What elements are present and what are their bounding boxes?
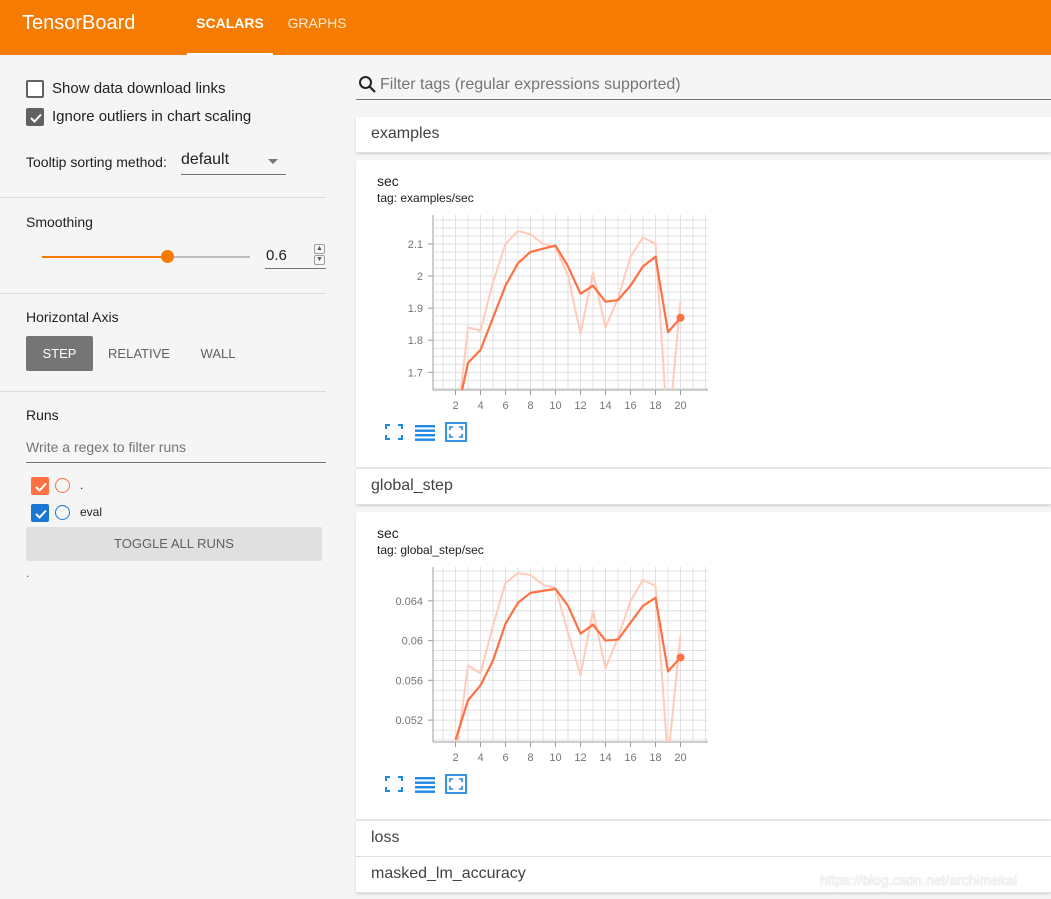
x-tick-label: 4 xyxy=(477,400,483,412)
x-tick-label: 2 xyxy=(452,752,458,764)
chart-title: sec xyxy=(377,525,399,541)
x-tick-label: 6 xyxy=(502,752,508,764)
run-checkbox-eval[interactable] xyxy=(31,504,49,522)
smoothing-slider-fill xyxy=(42,256,167,258)
scalar-chart-card: sec tag: examples/sec 2 4 6 8 10 12 14 16 18 20 1.… xyxy=(356,160,1051,467)
axis-step-button[interactable]: STEP xyxy=(26,336,93,371)
chart-title: sec xyxy=(377,173,399,189)
x-tick-label: 10 xyxy=(549,400,561,412)
y-tick-label: 0.06 xyxy=(402,636,423,648)
watermark-text: https://blog.csdn.net/archimekai xyxy=(820,872,1017,888)
sidebar-divider xyxy=(0,293,326,294)
y-tick-label: 0.064 xyxy=(395,596,423,608)
dropdown-arrow-icon xyxy=(268,159,278,164)
x-tick-label: 10 xyxy=(549,752,561,764)
x-tick-label: 12 xyxy=(574,752,586,764)
x-tick-label: 14 xyxy=(599,400,611,412)
top-app-bar: TensorBoard SCALARS GRAPHS xyxy=(0,0,1051,55)
x-tick-label: 16 xyxy=(624,400,636,412)
chart-tag: tag: global_step/sec xyxy=(377,543,484,557)
line-chart[interactable]: 2 4 6 8 10 12 14 16 18 20 1.7 1.8 1.9 2 2.1 xyxy=(356,210,756,420)
fit-domain-icon[interactable] xyxy=(445,774,467,794)
smoothing-value-input[interactable]: 0.6 ▲ ▼ xyxy=(265,244,326,269)
search-icon xyxy=(359,76,376,93)
category-title: masked_lm_accuracy xyxy=(371,865,526,882)
run-name-dot: . xyxy=(80,478,84,492)
smoothing-value: 0.6 xyxy=(266,247,287,264)
x-tick-label: 12 xyxy=(574,400,586,412)
tab-scalars[interactable]: SCALARS xyxy=(187,0,273,55)
y-tick-label: 1.7 xyxy=(408,367,423,379)
x-tick-label: 20 xyxy=(674,400,686,412)
data-list-icon[interactable] xyxy=(414,774,436,794)
show-download-links-label[interactable]: Show data download links xyxy=(52,80,225,97)
category-header-global-step[interactable]: global_step xyxy=(356,469,1051,505)
category-header-loss[interactable]: loss xyxy=(356,821,1051,857)
line-chart[interactable]: 2 4 6 8 10 12 14 16 18 20 0.052 0.056 0.06 0.064 xyxy=(356,562,756,772)
chart-tag: tag: examples/sec xyxy=(377,191,474,205)
axis-relative-button[interactable]: RELATIVE xyxy=(101,336,177,371)
x-tick-label: 8 xyxy=(527,400,533,412)
tooltip-sorting-select[interactable]: default xyxy=(181,149,286,175)
spin-up-icon[interactable]: ▲ xyxy=(314,244,325,254)
x-tick-label: 18 xyxy=(649,400,661,412)
smoothing-slider-knob[interactable] xyxy=(160,250,174,263)
last-point-marker xyxy=(676,653,685,662)
x-tick-label: 8 xyxy=(527,752,533,764)
y-tick-label: 1.8 xyxy=(408,335,423,347)
checkmark-icon xyxy=(35,482,47,492)
fullscreen-icon[interactable] xyxy=(383,422,405,442)
run-color-swatch[interactable] xyxy=(55,505,70,520)
runs-footer-text: . xyxy=(26,566,30,580)
y-tick-label: 1.9 xyxy=(408,303,423,315)
ignore-outliers-label[interactable]: Ignore outliers in chart scaling xyxy=(52,108,251,125)
axis-wall-button[interactable]: WALL xyxy=(186,336,250,371)
ignore-outliers-checkbox[interactable] xyxy=(26,108,44,126)
show-download-links-checkbox[interactable] xyxy=(26,80,44,98)
last-point-marker xyxy=(676,313,685,322)
horizontal-axis-label: Horizontal Axis xyxy=(26,309,119,325)
x-tick-label: 4 xyxy=(477,752,483,764)
checkmark-icon xyxy=(30,113,42,123)
category-title: global_step xyxy=(371,477,453,494)
x-tick-label: 18 xyxy=(649,752,661,764)
x-tick-label: 20 xyxy=(674,752,686,764)
tag-filter-input[interactable]: Filter tags (regular expressions support… xyxy=(356,70,1051,100)
checkmark-icon xyxy=(35,509,47,519)
run-name-eval: eval xyxy=(80,505,103,519)
runs-filter-input[interactable]: Write a regex to filter runs xyxy=(26,436,326,463)
category-title: loss xyxy=(371,829,400,846)
toggle-all-runs-button[interactable]: TOGGLE ALL RUNS xyxy=(26,527,322,561)
x-tick-label: 2 xyxy=(452,400,458,412)
app-brand: TensorBoard xyxy=(22,12,136,34)
smoothing-slider[interactable] xyxy=(42,250,250,263)
sidebar-divider xyxy=(0,197,326,198)
runs-label: Runs xyxy=(26,407,59,423)
y-tick-label: 0.056 xyxy=(395,675,423,687)
sidebar-divider xyxy=(0,391,326,392)
fit-domain-icon[interactable] xyxy=(445,422,467,442)
x-tick-label: 6 xyxy=(502,400,508,412)
run-color-swatch[interactable] xyxy=(55,478,70,493)
data-list-icon[interactable] xyxy=(414,422,436,442)
x-tick-label: 14 xyxy=(599,752,611,764)
spin-down-icon[interactable]: ▼ xyxy=(314,255,325,265)
x-tick-label: 16 xyxy=(624,752,636,764)
category-title: examples xyxy=(371,125,440,142)
sidebar xyxy=(0,55,344,899)
tab-graphs[interactable]: GRAPHS xyxy=(282,0,352,55)
tooltip-sorting-value: default xyxy=(181,151,230,168)
y-tick-label: 0.052 xyxy=(395,715,423,727)
y-tick-label: 2.1 xyxy=(408,239,423,251)
y-tick-label: 2 xyxy=(417,271,423,283)
tooltip-sorting-label: Tooltip sorting method: xyxy=(26,154,167,170)
smoothing-label: Smoothing xyxy=(26,214,93,230)
fullscreen-icon[interactable] xyxy=(383,774,405,794)
run-checkbox-dot[interactable] xyxy=(31,477,49,495)
tag-filter-placeholder: Filter tags (regular expressions support… xyxy=(380,76,681,93)
category-header-examples[interactable]: examples xyxy=(356,117,1051,153)
scalar-chart-card: sec tag: global_step/sec 2 4 6 8 10 12 14 16 18 2… xyxy=(356,512,1051,819)
